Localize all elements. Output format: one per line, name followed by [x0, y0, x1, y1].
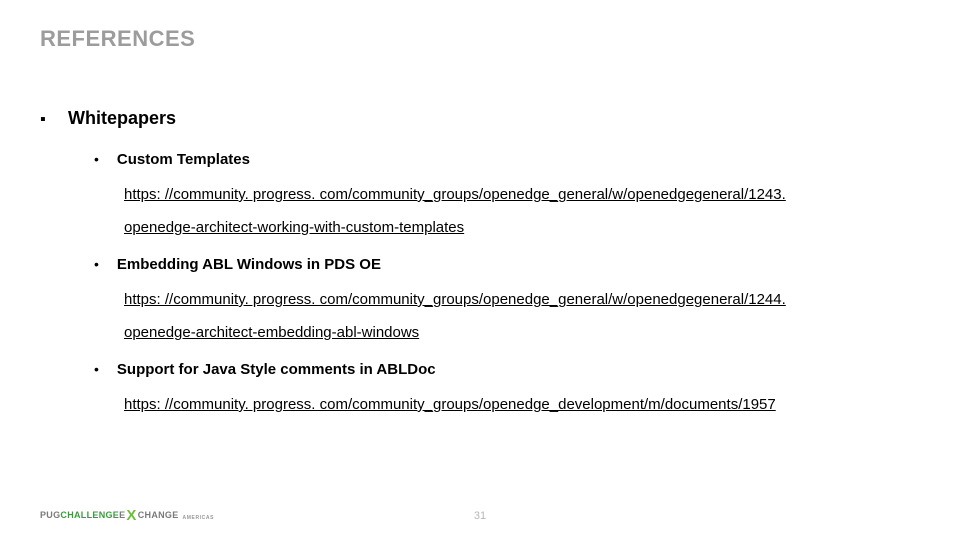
logo-e: E [119, 510, 125, 520]
link-line: openedge-architect-working-with-custom-t… [124, 211, 920, 244]
square-bullet-icon: ▪ [40, 112, 50, 128]
item-link[interactable]: https: //community. progress. com/commun… [124, 388, 920, 421]
item-embedding-abl: • Embedding ABL Windows in PDS OE https:… [94, 256, 920, 349]
level1-label: Whitepapers [68, 108, 176, 129]
item-heading: Embedding ABL Windows in PDS OE [117, 256, 381, 273]
slide-title: REFERENCES [40, 26, 195, 52]
logo-challenge: CHALLENGE [60, 510, 119, 520]
link-line: https: //community. progress. com/commun… [124, 283, 920, 316]
link-line: openedge-architect-embedding-abl-windows [124, 316, 920, 349]
content-area: ▪ Whitepapers • Custom Templates https: … [40, 108, 920, 427]
item-java-comments: • Support for Java Style comments in ABL… [94, 361, 920, 421]
logo-pug: PUG [40, 510, 60, 520]
dot-bullet-icon: • [94, 257, 99, 271]
bullet-level2: • Support for Java Style comments in ABL… [94, 361, 920, 378]
item-link[interactable]: https: //community. progress. com/commun… [124, 283, 920, 349]
page-number: 31 [474, 510, 486, 522]
item-custom-templates: • Custom Templates https: //community. p… [94, 151, 920, 244]
footer-logo: PUG CHALLENGE E X CHANGE AMERICAS [40, 507, 214, 522]
logo-sub: AMERICAS [183, 515, 214, 521]
link-line: https: //community. progress. com/commun… [124, 178, 920, 211]
logo-x-icon: X [126, 508, 136, 523]
item-link[interactable]: https: //community. progress. com/commun… [124, 178, 920, 244]
dot-bullet-icon: • [94, 152, 99, 166]
bullet-level2: • Embedding ABL Windows in PDS OE [94, 256, 920, 273]
dot-bullet-icon: • [94, 362, 99, 376]
item-heading: Custom Templates [117, 151, 250, 168]
item-heading: Support for Java Style comments in ABLDo… [117, 361, 436, 378]
logo-change: CHANGE [138, 510, 179, 520]
bullet-level2: • Custom Templates [94, 151, 920, 168]
link-line: https: //community. progress. com/commun… [124, 388, 920, 421]
bullet-level1: ▪ Whitepapers [40, 108, 920, 129]
